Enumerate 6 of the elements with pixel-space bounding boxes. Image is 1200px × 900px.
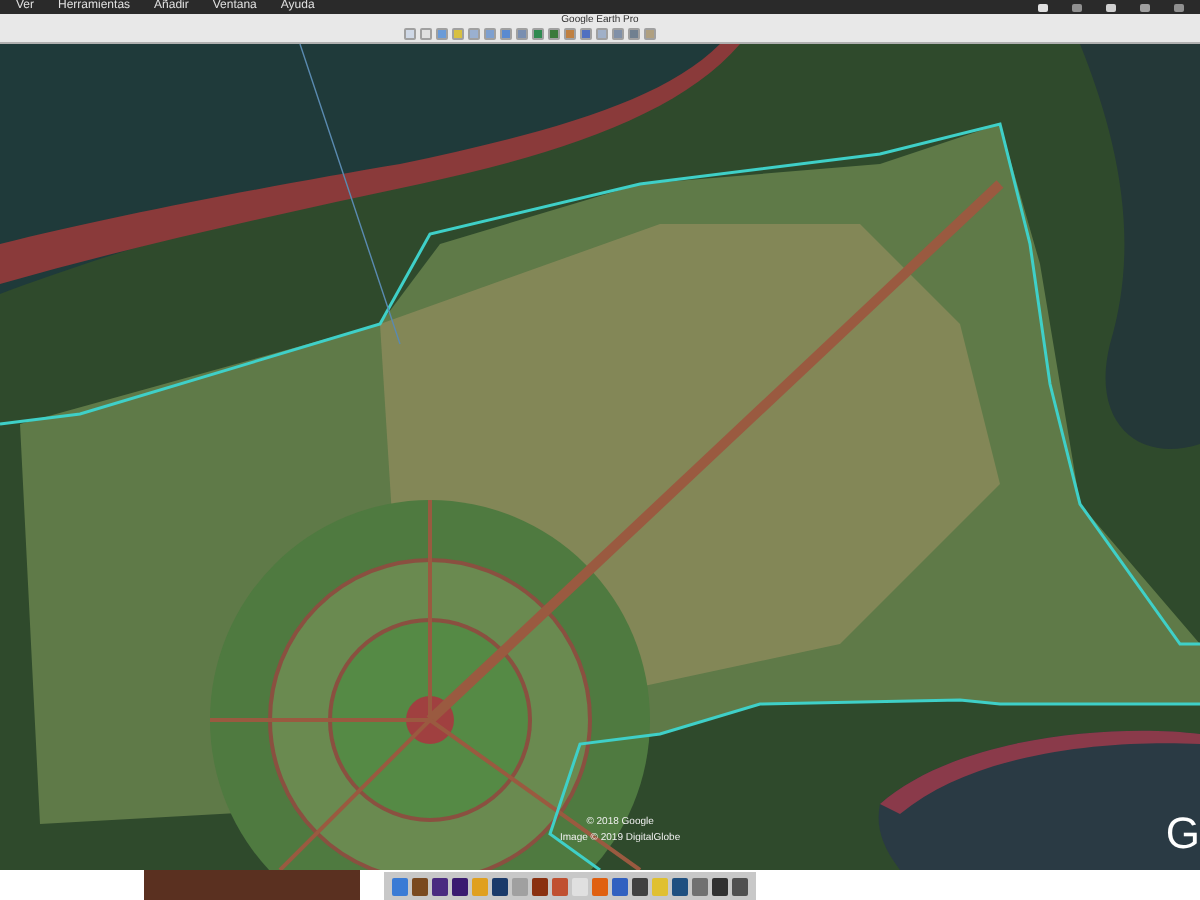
logo-letter: G: [1165, 810, 1200, 858]
status-icon[interactable]: [1140, 3, 1150, 11]
status-icon[interactable]: [1106, 3, 1116, 11]
status-icon[interactable]: [1072, 3, 1082, 11]
status-icon[interactable]: [1174, 3, 1184, 11]
status-icon[interactable]: [1038, 3, 1048, 11]
